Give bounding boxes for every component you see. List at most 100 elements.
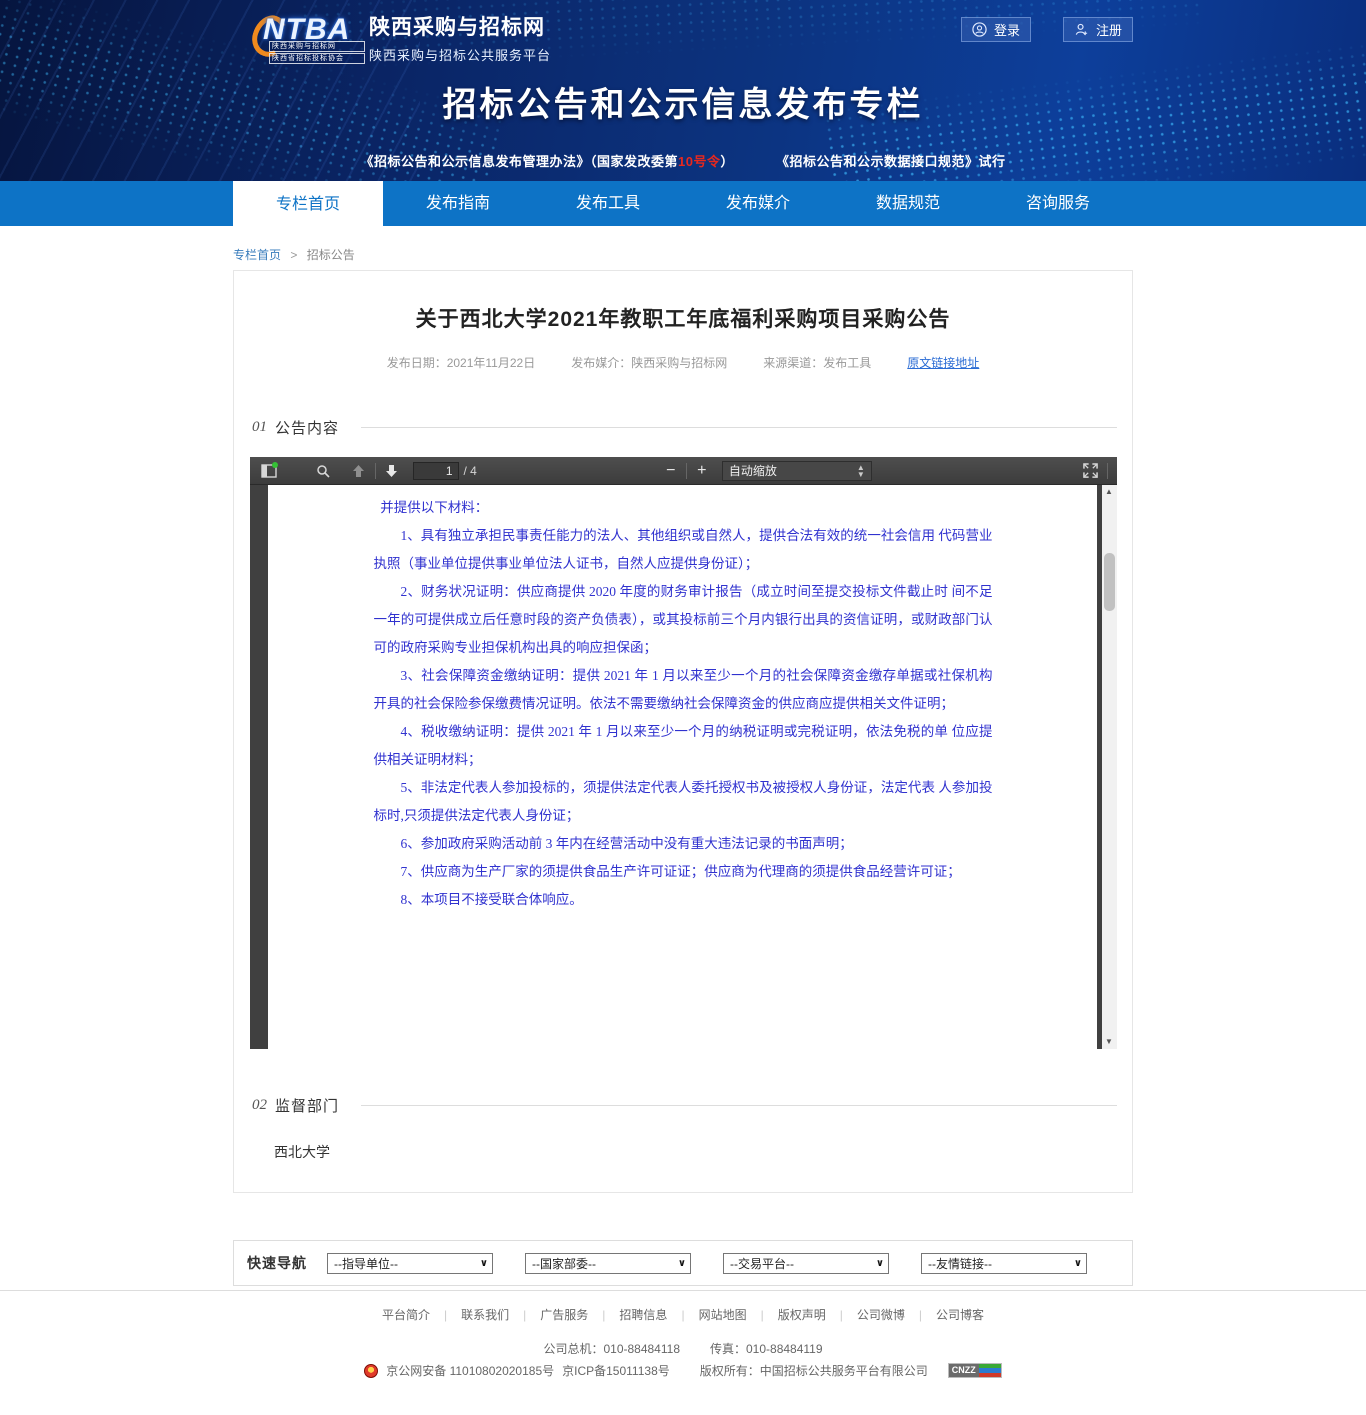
pdf-viewer: / 4 − + 自动缩放 ▲▼ [250, 457, 1117, 1049]
banner-subtitle: 《招标公告和公示信息发布管理办法》（国家发改委第10号令）《招标公告和公示数据接… [0, 151, 1366, 170]
select-state-ministry-value: --国家部委-- [532, 1255, 596, 1272]
breadcrumb: 专栏首页 > 招标公告 [233, 246, 1133, 263]
footer-fax: 传真：010-88484119 [710, 1342, 823, 1356]
site-name: 陕西采购与招标网 [369, 11, 551, 41]
pdf-page: 并提供以下材料： 1、具有独立承担民事责任能力的法人、其他组织或自然人，提供合法… [268, 485, 1097, 1049]
supervisor-name: 西北大学 [274, 1142, 1132, 1162]
meta-publish-date: 发布日期：2021年11月22日 [387, 354, 536, 371]
pdf-paragraph: 6、参加政府采购活动前 3 年内在经营活动中没有重大违法记录的书面声明； [374, 830, 993, 858]
article-meta: 发布日期：2021年11月22日 发布媒介：陕西采购与招标网 来源渠道：发布工具… [234, 354, 1132, 371]
login-label: 登录 [994, 20, 1020, 39]
banner-sub-red: 10号令 [678, 154, 720, 169]
pdf-toolbar: / 4 − + 自动缩放 ▲▼ [250, 457, 1117, 485]
section1-number: 01 [252, 419, 267, 436]
footer-beian-icp[interactable]: 京ICP备15011138号 [562, 1362, 670, 1379]
register-button[interactable]: 注册 [1063, 17, 1133, 42]
logo-subtext-2: 陕西省招标投标协会 [269, 53, 365, 64]
footer-contact: 公司总机：010-88484118 传真：010-88484119 [0, 1340, 1366, 1357]
section2-rule [361, 1105, 1117, 1106]
presentation-mode-button[interactable] [1078, 459, 1104, 483]
pdf-search-button[interactable] [310, 459, 336, 483]
chevron-down-icon: ∨ [1074, 1258, 1082, 1269]
pdf-paragraph: 3、社会保障资金缴纳证明：提供 2021 年 1 月以来至少一个月的社会保障资金… [374, 662, 993, 718]
footer-copyright: 版权所有：中国招标公共服务平台有限公司 [700, 1362, 928, 1379]
footer-link-ad-service[interactable]: 广告服务 [540, 1306, 588, 1323]
user-add-icon [1074, 22, 1089, 37]
footer-link-blog[interactable]: 公司博客 [936, 1306, 984, 1323]
quick-nav-label: 快速导航 [247, 1253, 307, 1273]
pdf-paragraph: 1、具有独立承担民事责任能力的法人、其他组织或自然人，提供合法有效的统一社会信用… [374, 522, 993, 578]
article-container: 关于西北大学2021年教职工年底福利采购项目采购公告 发布日期：2021年11月… [233, 270, 1133, 1193]
cnzz-stripes-icon [979, 1364, 1001, 1377]
select-guide-unit[interactable]: --指导单位-- ∨ [327, 1253, 493, 1274]
search-icon [316, 464, 330, 478]
footer-link-copyright-statement[interactable]: 版权声明 [778, 1306, 826, 1323]
breadcrumb-separator: > [290, 248, 297, 262]
footer-link-weibo[interactable]: 公司微博 [857, 1306, 905, 1323]
meta-publish-media: 发布媒介：陕西采购与招标网 [571, 354, 727, 371]
footer-beian-police[interactable]: 京公网安备 11010802020185号 [386, 1362, 554, 1379]
arrow-down-icon [385, 464, 398, 478]
select-caret-icon: ▲▼ [857, 464, 865, 478]
footer-phone: 公司总机：010-88484118 [543, 1342, 680, 1356]
sidebar-toggle-button[interactable] [256, 459, 282, 483]
tab-consult-service[interactable]: 咨询服务 [983, 181, 1133, 226]
login-button[interactable]: 登录 [961, 17, 1031, 42]
tab-publish-tool[interactable]: 发布工具 [533, 181, 683, 226]
pdf-scrollbar[interactable]: ▲ ▼ [1102, 485, 1117, 1049]
chevron-down-icon: ∨ [480, 1258, 488, 1269]
breadcrumb-current: 招标公告 [307, 248, 355, 262]
user-circle-icon [972, 22, 987, 37]
scroll-up-arrow-icon[interactable]: ▲ [1102, 485, 1117, 499]
police-badge-icon [364, 1364, 378, 1378]
page-total: / 4 [464, 464, 477, 478]
tab-publish-media[interactable]: 发布媒介 [683, 181, 833, 226]
footer-link-sitemap[interactable]: 网站地图 [699, 1306, 747, 1323]
pdf-paragraph: 并提供以下材料： [374, 494, 993, 522]
page-up-button[interactable] [346, 459, 372, 483]
footer-legal: 京公网安备 11010802020185号 京ICP备15011138号 版权所… [0, 1362, 1366, 1379]
cnzz-stats-badge[interactable]: CNZZ [948, 1363, 1002, 1378]
register-label: 注册 [1096, 20, 1122, 39]
scroll-down-arrow-icon[interactable]: ▼ [1102, 1035, 1117, 1049]
cnzz-label: CNZZ [949, 1364, 979, 1377]
chevron-down-icon: ∨ [678, 1258, 686, 1269]
select-trade-platform[interactable]: --交易平台-- ∨ [723, 1253, 889, 1274]
footer-link-recruit[interactable]: 招聘信息 [619, 1306, 667, 1323]
footer: 平台简介| 联系我们| 广告服务| 招聘信息| 网站地图| 版权声明| 公司微博… [0, 1290, 1366, 1379]
tab-publish-guide[interactable]: 发布指南 [383, 181, 533, 226]
zoom-in-button[interactable]: + [690, 462, 714, 480]
footer-link-contact-us[interactable]: 联系我们 [461, 1306, 509, 1323]
page-number-input[interactable] [413, 462, 459, 480]
pdf-paragraph: 7、供应商为生产厂家的须提供食品生产许可证证；供应商为代理商的须提供食品经营许可… [374, 858, 993, 886]
breadcrumb-home-link[interactable]: 专栏首页 [233, 248, 281, 262]
banner-title: 招标公告和公示信息发布专栏 [0, 77, 1366, 126]
pdf-paragraph: 4、税收缴纳证明：提供 2021 年 1 月以来至少一个月的纳税证明或完税证明，… [374, 718, 993, 774]
pdf-paragraph: 5、非法定代表人参加投标的，须提供法定代表人委托授权书及被授权人身份证，法定代表… [374, 774, 993, 830]
select-trade-platform-value: --交易平台-- [730, 1255, 794, 1272]
select-friend-links-value: --友情链接-- [928, 1255, 992, 1272]
chevron-down-icon: ∨ [876, 1258, 884, 1269]
zoom-select-value: 自动缩放 [729, 462, 777, 479]
site-header: NTBA 陕西采购与招标网 陕西省招标投标协会 陕西采购与招标网 陕西采购与招标… [0, 0, 1366, 181]
arrow-up-icon [352, 464, 365, 478]
logo-subtext-1: 陕西采购与招标网 [269, 41, 365, 52]
banner-sub-part3: 《招标公告和公示数据接口规范》试行 [776, 154, 1006, 169]
section2-number: 02 [252, 1097, 267, 1114]
select-friend-links[interactable]: --友情链接-- ∨ [921, 1253, 1087, 1274]
tab-data-standard[interactable]: 数据规范 [833, 181, 983, 226]
scrollbar-thumb[interactable] [1104, 553, 1115, 611]
select-guide-unit-value: --指导单位-- [334, 1255, 398, 1272]
zoom-out-button[interactable]: − [659, 462, 683, 480]
tab-column-home[interactable]: 专栏首页 [233, 181, 383, 233]
page-down-button[interactable] [379, 459, 405, 483]
site-logo[interactable]: NTBA 陕西采购与招标网 陕西省招标投标协会 陕西采购与招标网 陕西采购与招标… [255, 9, 551, 64]
section1-rule [361, 427, 1117, 428]
zoom-select[interactable]: 自动缩放 ▲▼ [722, 461, 872, 481]
select-state-ministry[interactable]: --国家部委-- ∨ [525, 1253, 691, 1274]
quick-nav: 快速导航 --指导单位-- ∨ --国家部委-- ∨ --交易平台-- ∨ --… [233, 1240, 1133, 1286]
origin-link[interactable]: 原文链接地址 [907, 354, 979, 371]
footer-link-platform-intro[interactable]: 平台简介 [382, 1306, 430, 1323]
section-header-notice-content: 01 公告内容 [252, 417, 1117, 438]
pdf-paragraph: 8、本项目不接受联合体响应。 [374, 886, 993, 914]
